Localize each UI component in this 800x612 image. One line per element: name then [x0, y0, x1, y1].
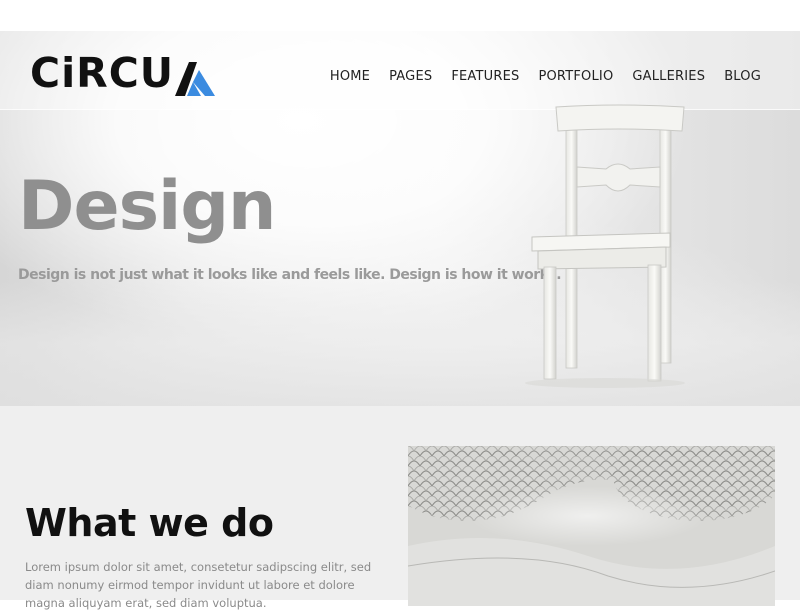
- top-strip: [0, 0, 800, 31]
- hero-subtitle: Design is not just what it looks like an…: [18, 267, 562, 283]
- nav-item-portfolio[interactable]: PORTFOLIO: [538, 69, 613, 84]
- hero-title: Design: [18, 167, 276, 246]
- logo[interactable]: CiRCU: [30, 44, 216, 98]
- nav-item-galleries[interactable]: GALLERIES: [632, 69, 705, 84]
- feature-image: [408, 446, 775, 606]
- main-nav: HOME PAGES FEATURES PORTFOLIO GALLERIES …: [311, 69, 761, 84]
- what-we-do-section: What we do Lorem ipsum dolor sit amet, c…: [0, 406, 800, 610]
- site-header: CiRCU HOME PAGES FEATURES PORTFOLIO GALL…: [0, 31, 800, 110]
- section-body: Lorem ipsum dolor sit amet, consetetur s…: [25, 560, 372, 610]
- nav-item-features[interactable]: FEATURES: [451, 69, 519, 84]
- hero-section: CiRCU HOME PAGES FEATURES PORTFOLIO GALL…: [0, 31, 800, 406]
- logo-mark-icon: [175, 62, 216, 96]
- mesh-pattern: [408, 446, 775, 606]
- chair-image: [525, 104, 685, 388]
- logo-text: CiRCU: [30, 49, 175, 97]
- section-title: What we do: [25, 501, 274, 545]
- nav-item-blog[interactable]: BLOG: [724, 69, 761, 84]
- nav-item-home[interactable]: HOME: [330, 69, 370, 84]
- nav-item-pages[interactable]: PAGES: [389, 69, 432, 84]
